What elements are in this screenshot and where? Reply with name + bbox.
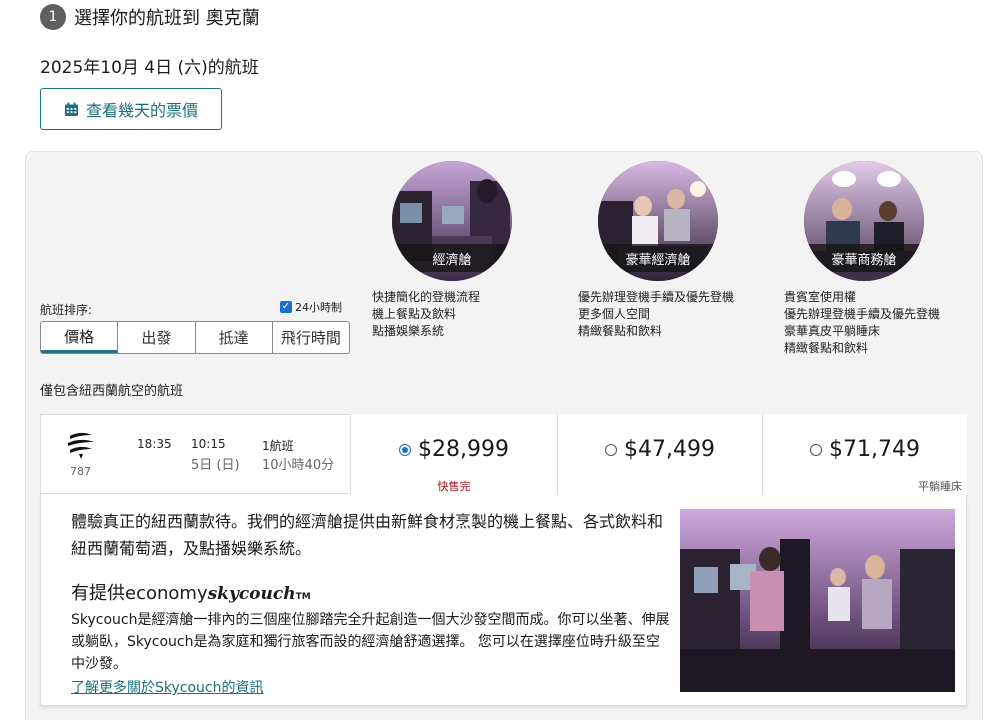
- arrival-time: 10:15: [191, 437, 226, 451]
- step-heading: 1 選擇你的航班到 奧克蘭: [40, 4, 260, 30]
- feature-item: 優先辦理登機手續及優先登機: [784, 307, 941, 321]
- stops-count: 1航班: [262, 439, 294, 453]
- economy-cabin-image: [680, 509, 955, 692]
- air-new-zealand-logo-icon: [68, 432, 94, 459]
- 24-hour-label: 24小時制: [295, 301, 342, 314]
- checkbox-checked-icon[interactable]: ✓: [280, 301, 292, 313]
- sort-tab-departure[interactable]: 出發: [118, 322, 196, 353]
- sort-tab-duration[interactable]: 飛行時間: [273, 322, 349, 353]
- cabin-business-premier: 豪華商務艙: [784, 161, 944, 281]
- feature-item: 點播娛樂系統: [372, 324, 445, 338]
- learn-more-skycouch-link[interactable]: 了解更多關於Skycouch的資訊: [71, 677, 264, 697]
- sort-tab-price[interactable]: 價格: [41, 322, 119, 353]
- fare-premium-economy[interactable]: $47,499: [557, 414, 762, 494]
- cabin-detail-panel: 體驗真正的紐西蘭款待。我們的經濟艙提供由新鮮食材烹製的機上餐點、各式飲料和紐西蘭…: [40, 494, 967, 706]
- skycouch-heading: 有提供economy skycouch TM: [71, 579, 671, 605]
- flight-duration: 10小時40分: [262, 458, 335, 473]
- cabin-label-economy: 經濟艙: [392, 244, 512, 272]
- selling-fast-note: 快售完: [437, 480, 471, 493]
- economy-features: 快捷簡化的登機流程 機上餐點及飲料 點播娛樂系統: [372, 289, 480, 340]
- filter-note: 僅包含紐西蘭航空的航班: [40, 384, 184, 399]
- radio-selected-icon[interactable]: [399, 443, 411, 456]
- view-fares-by-day-button[interactable]: 查看幾天的票價: [40, 88, 222, 130]
- feature-item: 更多個人空間: [578, 307, 651, 321]
- business-premier-cabin-photo: 豪華商務艙: [804, 161, 924, 281]
- fare-economy[interactable]: $28,999 快售完: [350, 414, 557, 494]
- skycouch-description: Skycouch是經濟艙一排內的三個座位腳踏完全升起創造一個大沙發空間而成。你可…: [71, 612, 670, 672]
- lie-flat-bed-note: 平躺睡床: [918, 480, 962, 493]
- cabin-label-business-premier: 豪華商務艙: [804, 244, 924, 272]
- fare-price: $47,499: [624, 437, 715, 462]
- view-fares-by-day-label: 查看幾天的票價: [85, 101, 198, 120]
- business-premier-features: 貴賓室使用權 優先辦理登機手續及優先登機 豪華真皮平躺睡床 精緻餐點和飲料: [784, 289, 940, 357]
- feature-item: 豪華真皮平躺睡床: [784, 324, 881, 338]
- feature-item: 優先辦理登機手續及優先登機: [578, 290, 735, 304]
- economy-cabin-photo: 經濟艙: [392, 161, 512, 281]
- aircraft-type: 787: [70, 465, 91, 478]
- premium-economy-features: 優先辦理登機手續及優先登機 更多個人空間 精緻餐點和飲料: [578, 289, 734, 340]
- departure-time: 18:35: [137, 437, 172, 451]
- sort-label: 航班排序:: [40, 303, 93, 317]
- premium-economy-cabin-photo: 豪華經濟艙: [598, 161, 718, 281]
- radio-unselected-icon[interactable]: [810, 443, 822, 456]
- calendar-icon: [64, 102, 78, 116]
- economy-description: 體驗真正的紐西蘭款待。我們的經濟艙提供由新鮮食材烹製的機上餐點、各式飲料和紐西蘭…: [71, 512, 664, 558]
- flight-date-heading: 2025年10月 4日 (六)的航班: [40, 58, 259, 78]
- arrival-day: 5日 (日): [191, 458, 240, 473]
- flight-info[interactable]: 787 18:35 10:15 5日 (日) 1航班 10小時40分: [41, 415, 350, 495]
- cabin-economy: 經濟艙: [372, 161, 532, 281]
- step-number-badge: 1: [40, 4, 66, 30]
- sort-tab-arrival[interactable]: 抵達: [196, 322, 273, 353]
- cabin-label-premium-economy: 豪華經濟艙: [598, 244, 718, 272]
- fare-price: $28,999: [418, 437, 509, 462]
- radio-unselected-icon[interactable]: [605, 443, 617, 456]
- feature-item: 機上餐點及飲料: [372, 307, 457, 321]
- sort-tabs: 價格 出發 抵達 飛行時間: [40, 321, 350, 354]
- trademark-mark: TM: [295, 592, 311, 602]
- cabin-premium-economy: 豪華經濟艙: [578, 161, 738, 281]
- feature-item: 精緻餐點和飲料: [578, 324, 663, 338]
- fare-business-premier[interactable]: $71,749 平躺睡床: [762, 414, 967, 494]
- skycouch-heading-prefix: 有提供economy: [71, 583, 208, 604]
- 24-hour-toggle[interactable]: ✓ 24小時制: [280, 299, 342, 315]
- page-title: 選擇你的航班到 奧克蘭: [74, 8, 260, 29]
- feature-item: 精緻餐點和飲料: [784, 341, 869, 355]
- skycouch-brand: skycouch: [207, 584, 296, 604]
- feature-item: 快捷簡化的登機流程: [372, 290, 481, 304]
- feature-item: 貴賓室使用權: [784, 290, 857, 304]
- fare-price: $71,749: [829, 437, 920, 462]
- flight-row: 787 18:35 10:15 5日 (日) 1航班 10小時40分 $28,9…: [40, 414, 967, 494]
